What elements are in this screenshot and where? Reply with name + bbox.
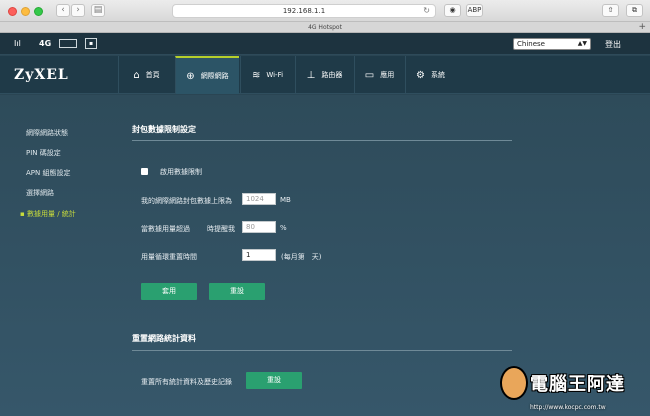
url-text: 192.168.1.1	[282, 7, 326, 15]
forward-button[interactable]: ›	[71, 4, 85, 17]
reload-icon[interactable]: ↻	[423, 5, 430, 17]
nav-label: 路由器	[321, 71, 343, 79]
cap-input[interactable]: 1024	[242, 193, 276, 205]
maximize-window-button[interactable]	[34, 7, 43, 16]
nav-label: 系統	[430, 71, 445, 79]
alert-label-suffix: 時提醒我	[207, 225, 235, 233]
alert-unit: %	[280, 224, 287, 232]
watermark-text: 電腦王阿達	[530, 374, 625, 395]
sidebar-item-internet-status[interactable]: 網際網路狀態	[26, 128, 68, 138]
router-icon: ⊥	[306, 69, 316, 81]
back-button[interactable]: ‹	[56, 4, 70, 17]
sidebar-item-label: 數據用量 / 統計	[26, 210, 76, 218]
nav-home[interactable]: ⌂ 首頁	[118, 56, 174, 94]
close-window-button[interactable]	[8, 7, 17, 16]
enable-limit-checkbox[interactable]	[141, 168, 148, 175]
globe-icon: ⊕	[186, 70, 195, 82]
wifi-icon: ≋	[251, 69, 261, 81]
watermark-url: http://www.kocpc.com.tw	[530, 404, 606, 411]
tab-title[interactable]: 4G Hotspot	[308, 24, 342, 31]
zyxel-logo: ZyXEL	[14, 67, 69, 83]
language-value: Chinese	[517, 40, 545, 48]
nav-apps[interactable]: ▭ 應用	[354, 56, 404, 94]
divider	[132, 140, 512, 141]
new-tab-icon[interactable]: +	[638, 22, 646, 32]
reset-button[interactable]: 重設	[209, 283, 265, 300]
sidebar-item-apn[interactable]: APN 組態設定	[26, 168, 70, 178]
tabs-icon[interactable]: ⧉	[626, 4, 643, 17]
nav-internet[interactable]: ⊕ 網際網路	[175, 56, 239, 94]
section-title-stats: 重置網路統計資料	[132, 334, 196, 343]
enable-limit-label: 啟用數據限制	[160, 168, 202, 176]
reset-stats-button[interactable]: 重設	[246, 372, 302, 389]
nav-label: 首頁	[145, 71, 160, 79]
gear-icon: ⚙	[416, 69, 425, 81]
user-icon: ▪	[85, 38, 97, 49]
share-icon[interactable]: ⇧	[602, 4, 619, 17]
watermark: 電腦王阿達 http://www.kocpc.com.tw	[500, 360, 650, 416]
network-type: 4G	[39, 39, 52, 48]
cap-unit: MB	[280, 196, 291, 204]
nav-system[interactable]: ⚙ 系統	[405, 56, 455, 94]
alert-label: 當數據用量超過	[141, 225, 190, 233]
home-icon: ⌂	[133, 69, 140, 81]
sim-icon	[59, 39, 77, 48]
sidebar-toggle-icon[interactable]: ▤	[91, 4, 105, 17]
section-title-limit: 封包數據限制設定	[132, 125, 196, 134]
reset-stats-label: 重置所有統計資料及歷史記錄	[141, 378, 232, 386]
nav-label: 應用	[380, 71, 395, 79]
logout-link[interactable]: 登出	[605, 39, 621, 50]
divider	[132, 350, 512, 351]
adblock-icon[interactable]: ABP	[466, 4, 483, 17]
nav-router[interactable]: ⊥ 路由器	[295, 56, 353, 94]
sidebar-item-select-network[interactable]: 選擇網路	[26, 188, 54, 198]
cap-label: 我的網際網路封包數據上限為	[141, 197, 232, 205]
sidebar-item-data-usage[interactable]: ▪ 數據用量 / 統計	[20, 209, 76, 219]
sidebar-item-pin[interactable]: PIN 碼設定	[26, 148, 61, 158]
reset-day-label: 用量循環重置時間	[141, 253, 197, 261]
mascot-face-icon	[500, 366, 528, 400]
reset-day-input[interactable]: 1	[242, 249, 276, 261]
nav-wifi[interactable]: ≋ Wi-Fi	[240, 56, 294, 94]
monitor-icon: ▭	[364, 69, 375, 81]
main-nav: ZyXEL ⌂ 首頁 ⊕ 網際網路 ≋ Wi-Fi ⊥ 路由器 ▭ 應用 ⚙ 系…	[0, 56, 650, 94]
reset-day-unit: (每月第 天)	[281, 253, 322, 261]
signal-icon: Iıl	[14, 39, 21, 48]
chevron-down-icon: ▲▼	[577, 40, 587, 47]
nav-label: Wi-Fi	[266, 71, 284, 79]
browser-toolbar: ‹ › ▤ 192.168.1.1 ↻ ◉ ABP ⇧ ⧉	[0, 0, 650, 22]
alert-input[interactable]: 80	[242, 221, 276, 233]
apply-button[interactable]: 套用	[141, 283, 197, 300]
router-status-bar: Iıl 4G ▪ Chinese ▲▼ 登出	[0, 33, 650, 55]
language-select[interactable]: Chinese ▲▼	[513, 38, 591, 50]
address-bar[interactable]: 192.168.1.1 ↻	[172, 4, 436, 18]
extension-icon[interactable]: ◉	[444, 4, 461, 17]
nav-label: 網際網路	[200, 72, 229, 80]
minimize-window-button[interactable]	[21, 7, 30, 16]
tab-bar: 4G Hotspot +	[0, 22, 650, 33]
